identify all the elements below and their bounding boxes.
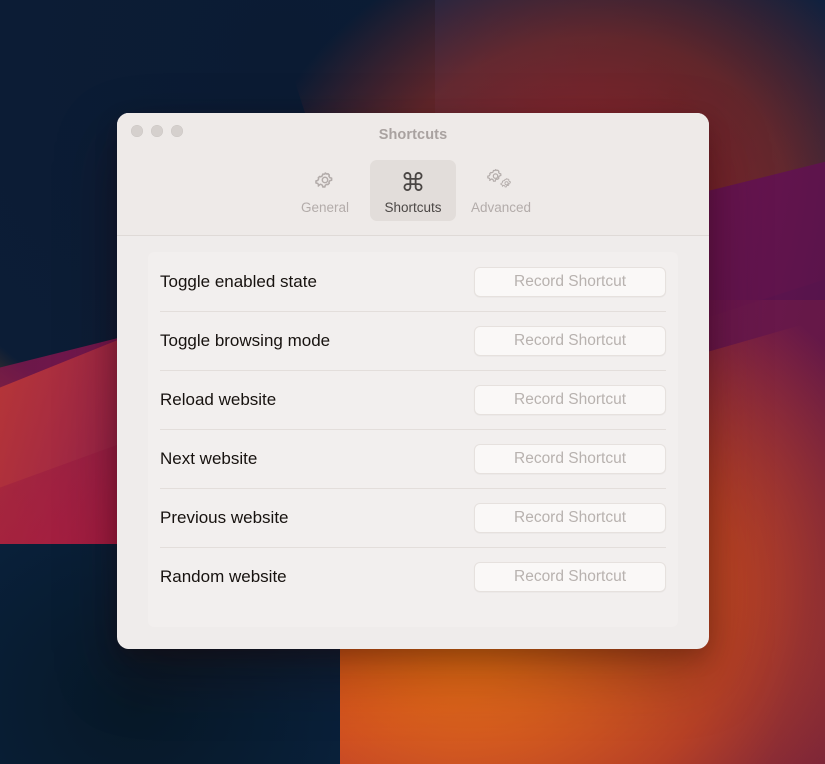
window-titlebar: Shortcuts General ⌘ Shortcuts Advanced: [117, 113, 709, 236]
window-title: Shortcuts: [378, 127, 448, 143]
tab-general[interactable]: General: [282, 160, 368, 221]
record-shortcut-button[interactable]: Record Shortcut: [474, 561, 666, 592]
tab-advanced-label: Advanced: [470, 200, 532, 215]
preferences-content: Toggle enabled state Record Shortcut Tog…: [117, 236, 709, 649]
table-row: Toggle enabled state Record Shortcut: [160, 252, 666, 311]
tab-general-label: General: [300, 200, 350, 215]
record-shortcut-button[interactable]: Record Shortcut: [474, 384, 666, 415]
shortcuts-list: Toggle enabled state Record Shortcut Tog…: [148, 252, 678, 627]
shortcut-label: Previous website: [160, 507, 289, 527]
shortcut-label: Toggle browsing mode: [160, 330, 331, 350]
table-row: Next website Record Shortcut: [160, 429, 666, 488]
shortcut-label: Random website: [160, 566, 287, 586]
tab-shortcuts-label: Shortcuts: [384, 200, 442, 215]
command-key-icon: ⌘: [400, 167, 426, 197]
record-shortcut-button[interactable]: Record Shortcut: [474, 443, 666, 474]
shortcut-label: Next website: [160, 448, 258, 468]
tab-advanced[interactable]: Advanced: [458, 160, 544, 221]
gear-icon: [312, 167, 338, 197]
record-shortcut-button[interactable]: Record Shortcut: [474, 325, 666, 356]
record-shortcut-button[interactable]: Record Shortcut: [474, 266, 666, 297]
shortcut-label: Toggle enabled state: [160, 271, 317, 291]
table-row: Reload website Record Shortcut: [160, 370, 666, 429]
tab-shortcuts[interactable]: ⌘ Shortcuts: [370, 160, 456, 221]
double-gear-icon: [486, 167, 516, 197]
table-row: Toggle browsing mode Record Shortcut: [160, 311, 666, 370]
record-shortcut-button[interactable]: Record Shortcut: [474, 502, 666, 533]
preferences-toolbar: General ⌘ Shortcuts Advanced: [117, 160, 709, 221]
table-row: Previous website Record Shortcut: [160, 488, 666, 547]
shortcut-label: Reload website: [160, 389, 277, 409]
table-row: Random website Record Shortcut: [160, 547, 666, 606]
preferences-window: Shortcuts General ⌘ Shortcuts Advanced T…: [117, 113, 709, 649]
